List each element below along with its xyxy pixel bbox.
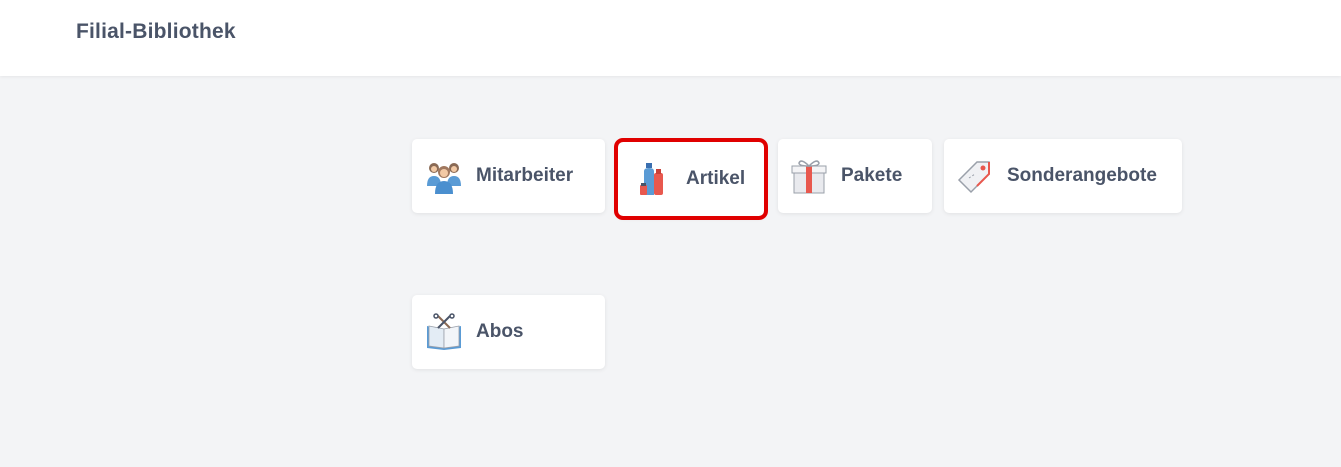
tile-pakete[interactable]: Pakete bbox=[778, 139, 932, 213]
tile-label: Sonderangebote bbox=[1007, 165, 1157, 186]
tile-label: Mitarbeiter bbox=[476, 165, 574, 186]
tile-sonderangebote[interactable]: Sonderangebote bbox=[944, 139, 1182, 213]
tile-label: Abos bbox=[476, 321, 524, 342]
subscription-book-icon bbox=[424, 312, 464, 352]
tile-label: Artikel bbox=[686, 168, 746, 189]
staff-group-icon bbox=[424, 156, 464, 196]
top-bar: Filial-Bibliothek bbox=[0, 0, 1341, 76]
tile-mitarbeiter[interactable]: Mitarbeiter bbox=[412, 139, 605, 213]
tile-label: Pakete bbox=[841, 165, 903, 186]
page-title: Filial-Bibliothek bbox=[76, 20, 236, 43]
tile-abos[interactable]: Abos bbox=[412, 295, 605, 369]
products-icon bbox=[634, 159, 674, 199]
gift-package-icon bbox=[789, 156, 829, 196]
price-tag-icon bbox=[955, 156, 995, 196]
tile-artikel[interactable]: Artikel bbox=[614, 138, 768, 220]
